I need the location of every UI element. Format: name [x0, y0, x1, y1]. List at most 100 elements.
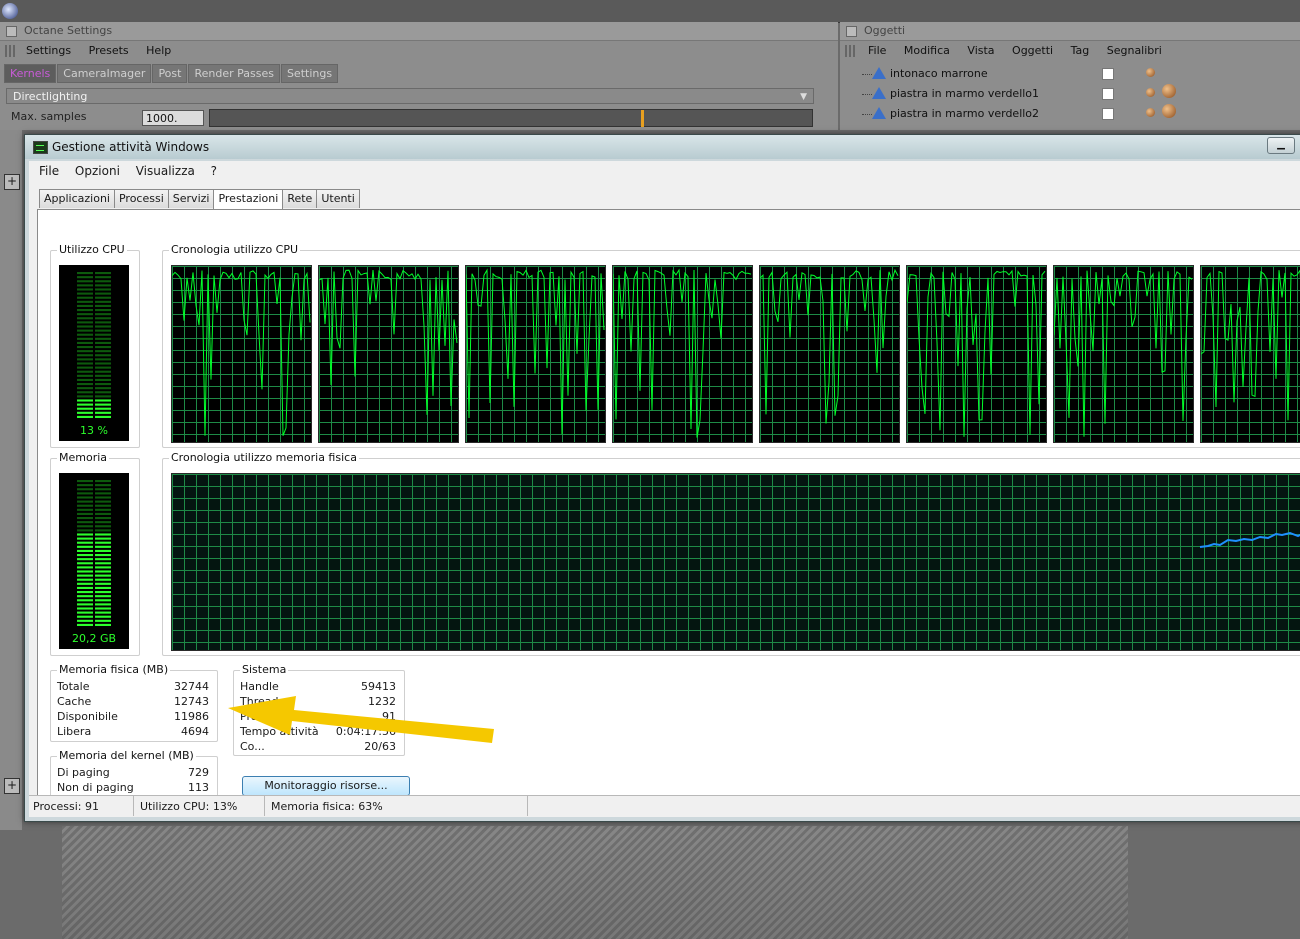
material-tag-icon[interactable]	[1146, 88, 1155, 97]
meter-segment	[77, 329, 93, 332]
menu-visualizza[interactable]: Visualizza	[136, 164, 195, 178]
chevron-down-icon: ▼	[800, 92, 807, 102]
visibility-checkbox[interactable]	[1102, 108, 1114, 120]
material-tag-icon[interactable]	[1146, 108, 1155, 117]
material-tag-icon[interactable]	[1162, 84, 1176, 98]
kernel-dropdown[interactable]: Directlighting ▼	[6, 88, 814, 104]
menu-file[interactable]: File	[39, 164, 59, 178]
expand-icon[interactable]: +	[4, 174, 20, 190]
meter-segment	[95, 309, 111, 312]
expand-icon[interactable]: +	[4, 778, 20, 794]
resource-monitor-button[interactable]: Monitoraggio risorse...	[242, 776, 410, 796]
meter-segment	[95, 284, 111, 287]
polygon-object-icon	[872, 67, 886, 79]
cpu-history-label: Cronologia utilizzo CPU	[169, 243, 301, 256]
tab-utenti[interactable]: Utenti	[316, 189, 360, 208]
objects-menu-segnalibri[interactable]: Segnalibri	[1107, 44, 1162, 57]
cpu-core-line	[171, 270, 311, 436]
stat-row: Processi 91	[240, 709, 396, 724]
cpu-usage-group: Utilizzo CPU 13 %	[50, 243, 140, 448]
menu-opzioni[interactable]: Opzioni	[75, 164, 120, 178]
slider-handle[interactable]	[641, 110, 644, 127]
object-item[interactable]: piastra in marmo verdello2	[862, 104, 1098, 124]
cpu-usage-line	[171, 270, 311, 436]
meter-segment	[77, 570, 93, 573]
tab-post[interactable]: Post	[152, 64, 188, 83]
meter-segment	[77, 391, 93, 394]
objects-menu-tag[interactable]: Tag	[1071, 44, 1090, 57]
cpu-core-graph	[465, 265, 606, 443]
meter-segment	[77, 374, 93, 377]
tab-servizi[interactable]: Servizi	[167, 189, 215, 208]
meter-segment	[77, 500, 93, 503]
tab-processi[interactable]: Processi	[113, 189, 169, 208]
grip-icon	[5, 45, 17, 57]
task-manager-icon	[33, 141, 48, 154]
objects-menu-file[interactable]: File	[868, 44, 886, 57]
menu-help[interactable]: ?	[211, 164, 217, 178]
visibility-checkbox[interactable]	[1102, 88, 1114, 100]
task-manager-titlebar[interactable]: Gestione attività Windows ▁	[25, 135, 1300, 159]
tab-prestazioni[interactable]: Prestazioni	[213, 189, 284, 211]
stat-row: Non di paging 113	[57, 780, 209, 795]
meter-segment	[95, 292, 111, 295]
tab-kernels[interactable]: Kernels	[4, 64, 57, 83]
meter-segment	[77, 346, 93, 349]
tab-cameraimager[interactable]: CameraImager	[57, 64, 152, 83]
meter-segment	[77, 607, 93, 610]
meter-segment	[95, 537, 111, 540]
c4d-top-bar	[0, 0, 1300, 23]
meter-segment	[95, 276, 111, 279]
stat-name: Thread	[240, 695, 279, 708]
performance-page: Utilizzo CPU 13 % Cronologia utilizzo CP…	[37, 209, 1300, 800]
meter-segment	[77, 407, 93, 410]
cpu-core-graph	[1200, 265, 1300, 443]
octane-settings-panel: Octane Settings Settings Presets Help Ke…	[0, 22, 838, 130]
tab-render-passes[interactable]: Render Passes	[188, 64, 280, 83]
material-tag-icon[interactable]	[1162, 104, 1176, 118]
meter-segment	[95, 387, 111, 390]
meter-segment	[77, 603, 93, 606]
stat-row: Libera 4694	[57, 724, 209, 739]
panel-toggle-icon[interactable]	[6, 26, 17, 37]
meter-segment	[77, 517, 93, 520]
object-item[interactable]: intonaco marrone	[862, 64, 1098, 84]
objects-menu-vista[interactable]: Vista	[967, 44, 994, 57]
visibility-checkbox[interactable]	[1102, 68, 1114, 80]
octane-tabs: Kernels CameraImager Post Render Passes Sett…	[4, 64, 339, 83]
cpu-usage-meter: 13 %	[59, 265, 129, 441]
polygon-object-icon	[872, 87, 886, 99]
meter-segment	[95, 496, 111, 499]
octane-menu-presets[interactable]: Presets	[89, 44, 129, 57]
meter-segment	[77, 545, 93, 548]
max-samples-slider[interactable]	[209, 109, 813, 127]
meter-segment	[95, 337, 111, 340]
meter-segment	[95, 619, 111, 622]
material-tag-icon[interactable]	[1146, 68, 1155, 77]
octane-menu-settings[interactable]: Settings	[26, 44, 71, 57]
meter-segment	[95, 395, 111, 398]
max-samples-label: Max. samples	[11, 110, 87, 123]
meter-segment	[77, 325, 93, 328]
meter-segment	[95, 504, 111, 507]
meter-segment	[77, 341, 93, 344]
meter-segment	[95, 484, 111, 487]
objects-menu-oggetti[interactable]: Oggetti	[1012, 44, 1053, 57]
task-manager-client: File Opzioni Visualizza ? Applicazioni Pr…	[29, 161, 1300, 817]
tab-settings[interactable]: Settings	[280, 64, 339, 83]
meter-segment	[77, 562, 93, 565]
meter-segment	[95, 570, 111, 573]
tab-rete[interactable]: Rete	[282, 189, 318, 208]
object-item[interactable]: piastra in marmo verdello1	[862, 84, 1098, 104]
octane-menu-help[interactable]: Help	[146, 44, 171, 57]
minimize-button[interactable]: ▁	[1267, 137, 1295, 154]
objects-menu-modifica[interactable]: Modifica	[904, 44, 950, 57]
meter-segment	[77, 558, 93, 561]
cpu-core-line	[1053, 270, 1193, 437]
object-name: piastra in marmo verdello2	[890, 107, 1040, 120]
meter-segment	[77, 358, 93, 361]
max-samples-input[interactable]: 1000.	[142, 110, 204, 126]
panel-toggle-icon[interactable]	[846, 26, 857, 37]
meter-segment	[95, 582, 111, 585]
tab-applicazioni[interactable]: Applicazioni	[39, 189, 115, 208]
